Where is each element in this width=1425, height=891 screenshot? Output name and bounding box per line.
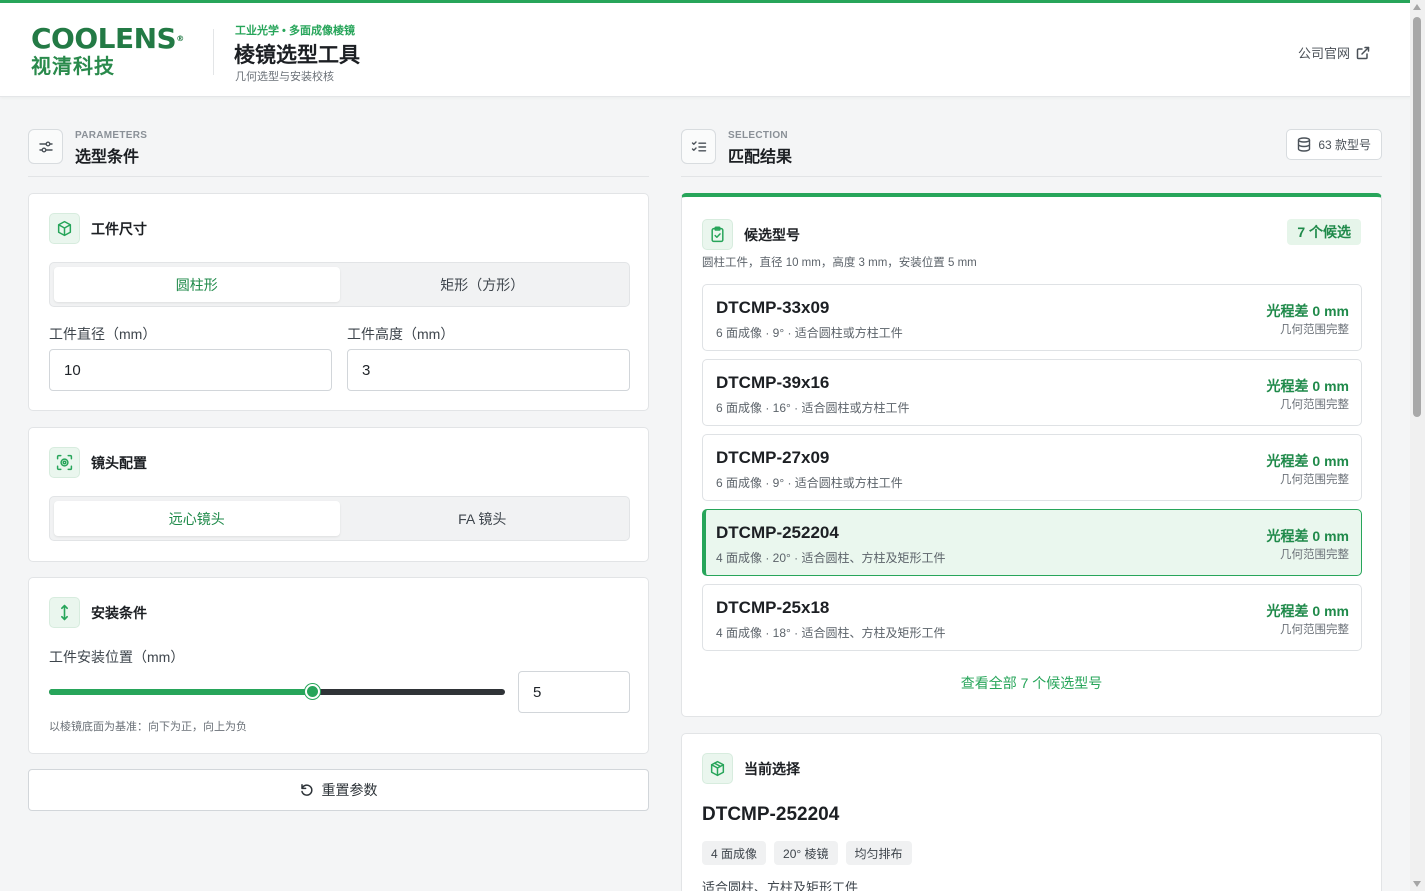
- selection-section-en: SELECTION: [728, 130, 788, 141]
- view-all-candidates-link[interactable]: 查看全部 7 个候选型号: [682, 673, 1381, 693]
- current-model-name: DTCMP-252204: [702, 804, 840, 825]
- shape-option-cylinder[interactable]: 圆柱形: [54, 267, 340, 302]
- candidate-item[interactable]: DTCMP-27x09 6 面成像 · 9° · 适合圆柱或方柱工件 光程差 0…: [702, 434, 1362, 501]
- lens-toggle: 远心镜头 FA 镜头: [49, 496, 630, 541]
- candidate-model-name: DTCMP-39x16: [716, 373, 830, 392]
- scroll-thumb[interactable]: [1413, 17, 1421, 417]
- candidate-count-badge: 7 个候选: [1287, 219, 1361, 245]
- lens-card-title: 镜头配置: [91, 454, 147, 471]
- company-website-label: 公司官网: [1297, 46, 1350, 61]
- database-icon: [1297, 137, 1311, 152]
- candidate-range: 几何范围完整: [1280, 399, 1349, 411]
- candidate-model-name: DTCMP-27x09: [716, 448, 830, 467]
- mount-position-slider[interactable]: [49, 684, 505, 699]
- candidate-path-diff: 光程差 0 mm: [1266, 603, 1349, 619]
- diameter-label: 工件直径（mm）: [49, 326, 157, 342]
- mount-position-hint: 以棱镜底面为基准：向下为正，向上为负: [49, 721, 247, 733]
- lens-option-telecentric[interactable]: 远心镜头: [54, 501, 340, 536]
- candidate-range: 几何范围完整: [1280, 624, 1349, 636]
- candidate-model-name: DTCMP-252204: [716, 523, 839, 542]
- lens-option-fa[interactable]: FA 镜头: [340, 501, 626, 536]
- candidates-description: 圆柱工件，直径 10 mm，高度 3 mm，安装位置 5 mm: [702, 257, 977, 269]
- tag-layout: 均匀排布: [845, 841, 912, 865]
- diameter-input[interactable]: 10: [49, 349, 332, 391]
- slider-thumb[interactable]: [305, 684, 320, 699]
- shape-toggle: 圆柱形 矩形（方形）: [49, 262, 630, 307]
- tag-prism-angle: 20° 棱镜: [774, 841, 838, 865]
- current-model-description: 适合圆柱、方柱及矩形工件: [702, 880, 859, 891]
- clipboard-check-icon: [702, 219, 733, 250]
- brand-tagline: 工业光学 • 多面成像棱镜: [235, 25, 355, 37]
- candidate-spec: 6 面成像 · 16° · 适合圆柱或方柱工件: [716, 401, 910, 415]
- cube-icon: [49, 213, 80, 244]
- candidate-range: 几何范围完整: [1280, 549, 1349, 561]
- candidate-spec: 6 面成像 · 9° · 适合圆柱或方柱工件: [716, 476, 903, 490]
- mount-card-title: 安装条件: [91, 604, 147, 621]
- candidate-range: 几何范围完整: [1280, 474, 1349, 486]
- parameters-section-en: PARAMETERS: [75, 130, 148, 141]
- mount-position-label: 工件安装位置（mm）: [49, 649, 185, 665]
- reset-icon: [300, 783, 314, 797]
- workpiece-size-card: 工件尺寸 圆柱形 矩形（方形） 工件直径（mm） 10 工件高度（mm） 3: [28, 193, 649, 411]
- mount-condition-card: 安装条件 工件安装位置（mm） 5 以棱镜底面为基准：向下为正，向上为负: [28, 577, 649, 754]
- candidates-title: 候选型号: [744, 226, 800, 243]
- current-selection-title: 当前选择: [744, 760, 800, 777]
- mount-position-input[interactable]: 5: [518, 671, 630, 713]
- package-icon: [702, 753, 733, 784]
- company-logo[interactable]: COOLENS® 视清科技: [31, 24, 191, 80]
- company-website-link[interactable]: 公司官网: [1298, 43, 1370, 62]
- selection-section-title: 匹配结果: [728, 149, 793, 166]
- slider-fill: [49, 689, 313, 695]
- checklist-icon: [681, 129, 716, 164]
- app-subtitle: 几何选型与安装校核: [235, 71, 334, 83]
- candidate-item[interactable]: DTCMP-33x09 6 面成像 · 9° · 适合圆柱或方柱工件 光程差 0…: [702, 284, 1362, 351]
- header-divider: [213, 29, 214, 75]
- registered-mark: ®: [176, 34, 184, 43]
- scroll-up-arrow-icon[interactable]: [1413, 4, 1421, 10]
- candidate-range: 几何范围完整: [1280, 324, 1349, 336]
- candidates-card: 候选型号 7 个候选 圆柱工件，直径 10 mm，高度 3 mm，安装位置 5 …: [681, 193, 1382, 717]
- reset-parameters-button[interactable]: 重置参数: [28, 769, 649, 811]
- current-selection-card: 当前选择 DTCMP-252204 4 面成像 20° 棱镜 均匀排布 适合圆柱…: [681, 733, 1382, 891]
- model-count-badge: 63 款型号: [1286, 129, 1382, 160]
- parameters-section-title: 选型条件: [75, 149, 140, 166]
- logo-chinese-name: 视清科技: [31, 54, 115, 78]
- tag-face-count: 4 面成像: [702, 841, 767, 865]
- top-header: COOLENS® 视清科技 工业光学 • 多面成像棱镜 棱镜选型工具 几何选型与…: [0, 0, 1425, 97]
- candidate-spec: 4 面成像 · 18° · 适合圆柱、方柱及矩形工件: [716, 626, 946, 640]
- scroll-down-arrow-icon[interactable]: [1413, 881, 1421, 887]
- candidate-item-selected[interactable]: DTCMP-252204 4 面成像 · 20° · 适合圆柱、方柱及矩形工件 …: [702, 509, 1362, 576]
- camera-focus-icon: [49, 447, 80, 478]
- candidate-item[interactable]: DTCMP-25x18 4 面成像 · 18° · 适合圆柱、方柱及矩形工件 光…: [702, 584, 1362, 651]
- current-model-tags: 4 面成像 20° 棱镜 均匀排布: [702, 841, 912, 865]
- candidate-item[interactable]: DTCMP-39x16 6 面成像 · 16° · 适合圆柱或方柱工件 光程差 …: [702, 359, 1362, 426]
- candidate-path-diff: 光程差 0 mm: [1266, 453, 1349, 469]
- candidate-path-diff: 光程差 0 mm: [1266, 378, 1349, 394]
- candidate-path-diff: 光程差 0 mm: [1266, 303, 1349, 319]
- page-scrollbar[interactable]: [1410, 0, 1425, 891]
- candidate-spec: 6 面成像 · 9° · 适合圆柱或方柱工件: [716, 326, 903, 340]
- candidate-model-name: DTCMP-25x18: [716, 598, 830, 617]
- workpiece-card-title: 工件尺寸: [91, 220, 147, 237]
- app-title: 棱镜选型工具: [234, 44, 360, 67]
- candidate-model-name: DTCMP-33x09: [716, 298, 830, 317]
- external-link-icon: [1356, 46, 1370, 60]
- height-input[interactable]: 3: [347, 349, 630, 391]
- logo-wordmark: COOLENS: [31, 22, 177, 55]
- shape-option-rectangle[interactable]: 矩形（方形）: [340, 267, 626, 302]
- sliders-icon: [28, 129, 63, 164]
- lens-config-card: 镜头配置 远心镜头 FA 镜头: [28, 427, 649, 562]
- candidate-spec: 4 面成像 · 20° · 适合圆柱、方柱及矩形工件: [716, 551, 946, 565]
- vertical-arrows-icon: [49, 597, 80, 628]
- candidate-path-diff: 光程差 0 mm: [1266, 528, 1349, 544]
- parameters-section-header: PARAMETERS 选型条件: [28, 129, 649, 177]
- model-count-text: 63 款型号: [1318, 138, 1371, 152]
- selection-section-header: SELECTION 匹配结果 63 款型号: [681, 129, 1382, 177]
- height-label: 工件高度（mm）: [347, 326, 455, 342]
- reset-button-label: 重置参数: [321, 782, 378, 798]
